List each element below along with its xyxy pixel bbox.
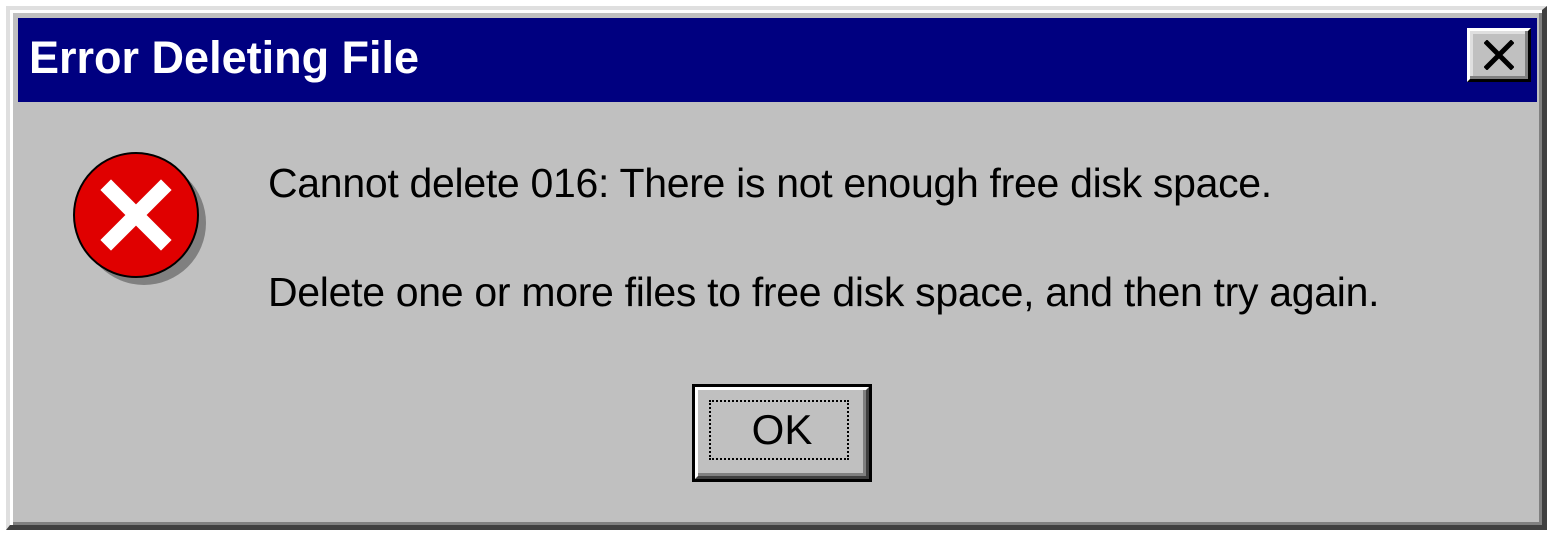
ok-button-label: OK [751,406,813,453]
error-message: Cannot delete 016: There is not enough f… [268,160,1272,206]
error-dialog: Error Deleting File Cannot delete 016: T… [6,6,1547,530]
error-icon [73,152,206,285]
error-instruction: Delete one or more files to free disk sp… [268,269,1380,315]
ok-button[interactable]: OK [692,384,872,482]
close-x-icon [1484,40,1514,70]
window-title: Error Deleting File [29,32,420,83]
title-bar[interactable]: Error Deleting File [18,18,1537,102]
close-button[interactable] [1467,28,1531,82]
